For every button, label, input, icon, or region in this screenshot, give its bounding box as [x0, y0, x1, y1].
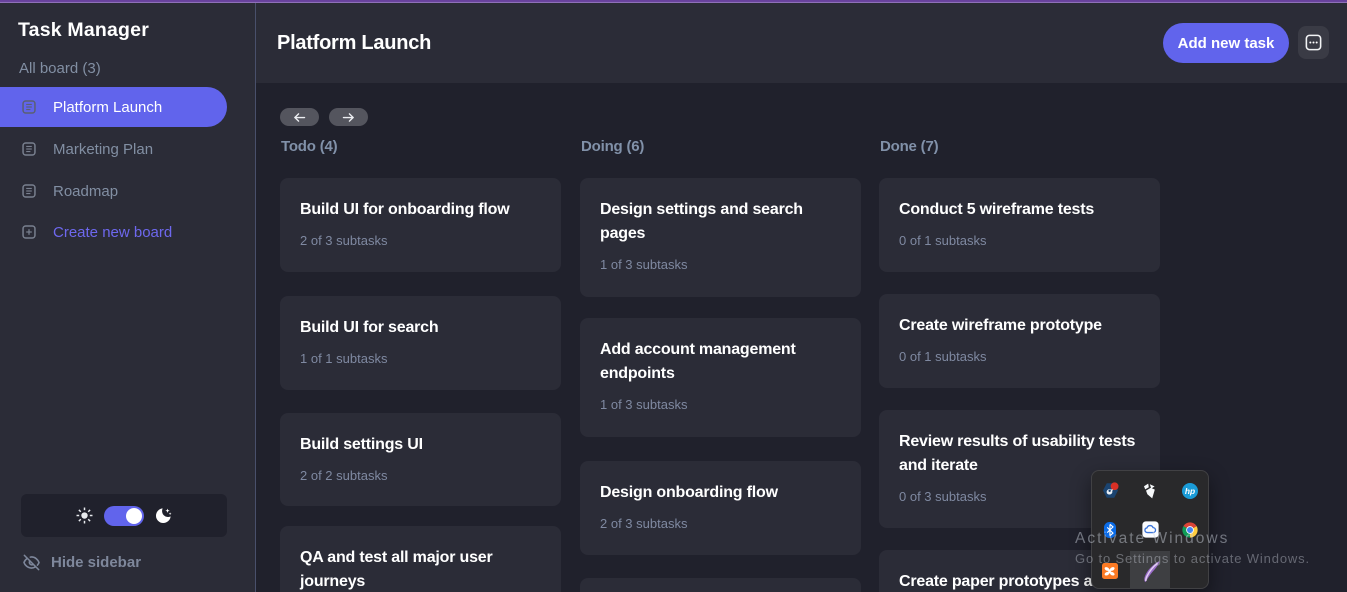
svg-text:hp: hp [1185, 486, 1195, 496]
